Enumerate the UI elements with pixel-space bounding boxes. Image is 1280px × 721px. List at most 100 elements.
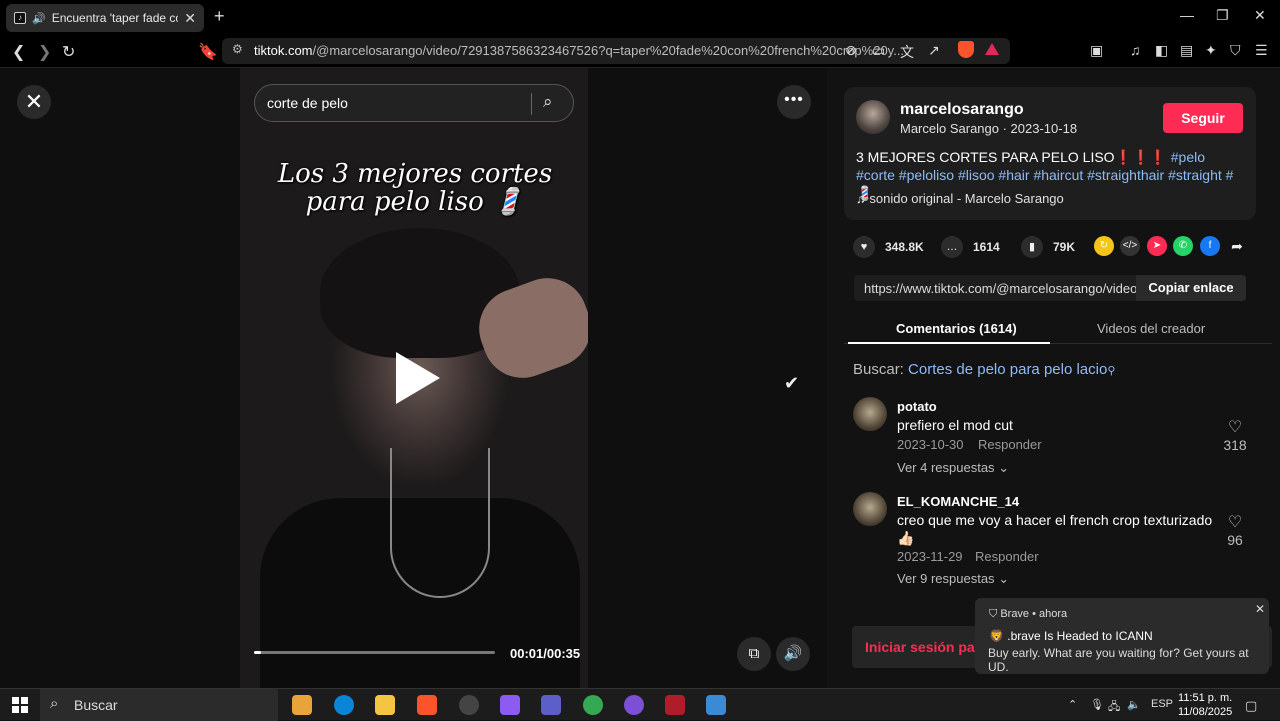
remote-desktop-icon[interactable] <box>706 695 726 715</box>
teams-icon[interactable] <box>541 695 561 715</box>
username[interactable]: marcelosarango <box>900 101 1024 119</box>
close-video-button[interactable]: ✕ <box>17 85 51 119</box>
translate-icon[interactable]: 文 <box>900 42 914 62</box>
mic-icon[interactable]: 🎙 <box>1090 698 1104 711</box>
checkmark-icon[interactable]: ✔ <box>784 373 799 394</box>
more-options-button[interactable]: ••• <box>777 85 811 119</box>
share-link-url[interactable]: https://www.tiktok.com/@marcelosarango/v… <box>864 281 1136 296</box>
menu-icon[interactable]: ☰ <box>1255 42 1268 59</box>
video-content <box>390 448 490 598</box>
brave-shield-icon[interactable] <box>958 41 974 58</box>
heart-icon[interactable]: ♡ <box>1218 512 1252 532</box>
volume-icon[interactable]: 🔈 <box>1127 698 1141 711</box>
picture-in-picture-button[interactable]: ⧉ <box>737 637 771 671</box>
search-icon[interactable]: ⌕ <box>543 92 553 112</box>
search-input[interactable]: corte de pelo <box>267 95 348 111</box>
tab-comments[interactable]: Comentarios (1614) <box>896 321 1017 336</box>
bookmark-icon[interactable]: 🔖 <box>198 42 218 62</box>
back-icon[interactable]: ❮ <box>12 42 25 62</box>
view-replies-button[interactable]: Ver 9 respuestas ⌄ <box>897 571 1009 587</box>
screenshot-icon[interactable]: ▣ <box>1090 42 1103 59</box>
copilot-icon[interactable] <box>500 695 520 715</box>
video-search-box[interactable]: corte de pelo ⌕ <box>254 84 574 122</box>
search-suggestion[interactable]: Buscar: Cortes de pelo para pelo lacio⚲ <box>853 361 1115 378</box>
sound-name[interactable]: sonido original - Marcelo Sarango <box>869 191 1063 206</box>
comment-icon[interactable]: … <box>941 236 963 258</box>
heart-icon[interactable]: ♡ <box>1218 417 1252 437</box>
search-icon: ⌕ <box>50 695 59 712</box>
like-action[interactable]: ♥ 348.8K <box>853 236 924 258</box>
suggestion-label: Buscar: <box>853 361 904 378</box>
minimize-icon[interactable]: — <box>1180 7 1194 23</box>
close-notification-icon[interactable]: ✕ <box>1255 602 1265 616</box>
follow-button[interactable]: Seguir <box>1163 103 1243 133</box>
embed-icon[interactable]: </> <box>1120 236 1140 256</box>
browser-tab[interactable]: ♪ 🔊 Encuentra 'taper fade con fre ✕ <box>6 4 204 32</box>
brave-taskbar-icon[interactable] <box>417 695 437 715</box>
url-field[interactable]: tiktok.com/@marcelosarango/video/7291387… <box>222 38 1010 64</box>
site-info-icon[interactable]: ⚙ <box>232 42 243 56</box>
copy-link-button[interactable]: Copiar enlace <box>1136 275 1246 301</box>
voicemeeter-icon[interactable] <box>665 695 685 715</box>
caption-line: para pelo liso <box>305 187 484 217</box>
repost-icon[interactable]: ↻ <box>1094 236 1114 256</box>
send-icon[interactable]: ➤ <box>1147 236 1167 256</box>
reply-button[interactable]: Responder <box>978 437 1042 452</box>
notifications-icon[interactable]: ▢ <box>1245 698 1257 714</box>
media-icon[interactable]: ♫ <box>1130 42 1141 58</box>
share-arrow-icon[interactable]: ➦ <box>1227 236 1247 256</box>
file-explorer-icon[interactable] <box>375 695 395 715</box>
window-close-icon[interactable]: ✕ <box>1254 7 1266 24</box>
avatar[interactable] <box>853 397 887 431</box>
discord-icon[interactable] <box>624 695 644 715</box>
taskbar-search[interactable]: ⌕ Buscar <box>40 689 278 721</box>
speaker-icon[interactable]: 🔊 <box>32 12 46 25</box>
comment-user[interactable]: EL_KOMANCHE_14 <box>897 494 1019 509</box>
clock-app-icon[interactable] <box>459 695 479 715</box>
facebook-icon[interactable]: f <box>1200 236 1220 256</box>
reload-icon[interactable]: ↻ <box>62 42 75 62</box>
leo-ai-icon[interactable]: ✦ <box>1205 42 1217 59</box>
avatar[interactable] <box>853 492 887 526</box>
taskbar-clock[interactable]: 11:51 p. m. 11/08/2025 <box>1178 691 1232 719</box>
network-icon[interactable]: 🖧 <box>1108 698 1120 717</box>
tray-expand-icon[interactable]: ⌃ <box>1068 698 1077 711</box>
sidebar-icon[interactable]: ◧ <box>1155 42 1168 59</box>
heart-icon[interactable]: ♥ <box>853 236 875 258</box>
comment-like[interactable]: ♡ 96 <box>1218 512 1252 548</box>
play-icon[interactable] <box>396 352 440 404</box>
cast-icon[interactable]: ▭ <box>872 42 885 59</box>
restore-icon[interactable]: ❐ <box>1216 7 1229 24</box>
avatar[interactable] <box>856 100 890 134</box>
new-tab-icon[interactable]: + <box>214 6 225 27</box>
chrome-icon[interactable] <box>583 695 603 715</box>
store-icon[interactable] <box>292 695 312 715</box>
reply-button[interactable]: Responder <box>975 549 1039 564</box>
no-tracking-icon[interactable]: ⊘ <box>845 42 857 59</box>
wallet-icon[interactable]: ▤ <box>1180 42 1193 59</box>
brave-notification[interactable]: ⛉ Brave • ahora 🦁 .brave Is Headed to IC… <box>975 598 1269 674</box>
save-action[interactable]: ▮ 79K <box>1021 236 1075 258</box>
windows-start-icon[interactable] <box>12 697 28 713</box>
suggestion-query[interactable]: Cortes de pelo para pelo lacio <box>908 361 1107 378</box>
vpn-icon[interactable]: ⛉ <box>1230 42 1241 59</box>
view-replies-button[interactable]: Ver 4 respuestas ⌄ <box>897 460 1009 476</box>
notification-title: 🦁 .brave Is Headed to ICANN <box>989 629 1153 643</box>
login-prompt[interactable]: Iniciar sesión para <box>865 639 988 655</box>
edge-icon[interactable] <box>334 695 354 715</box>
close-tab-icon[interactable]: ✕ <box>184 10 196 27</box>
bookmark-icon[interactable]: ▮ <box>1021 236 1043 258</box>
volume-button[interactable]: 🔊 <box>776 637 810 671</box>
tiktok-favicon-icon: ♪ <box>14 12 26 24</box>
forward-icon[interactable]: ❯ <box>38 42 51 62</box>
share-page-icon[interactable]: ↗ <box>928 42 940 59</box>
brave-rewards-icon[interactable] <box>985 43 999 55</box>
video-progress-bar[interactable] <box>254 651 495 654</box>
comment-user[interactable]: potato <box>897 399 937 414</box>
whatsapp-icon[interactable]: ✆ <box>1173 236 1193 256</box>
sound-row[interactable]: ♫ sonido original - Marcelo Sarango <box>856 191 1064 206</box>
language-indicator[interactable]: ESP <box>1151 698 1173 710</box>
comment-action[interactable]: … 1614 <box>941 236 1000 258</box>
tab-creator-videos[interactable]: Videos del creador <box>1097 321 1205 336</box>
comment-like[interactable]: ♡ 318 <box>1218 417 1252 453</box>
